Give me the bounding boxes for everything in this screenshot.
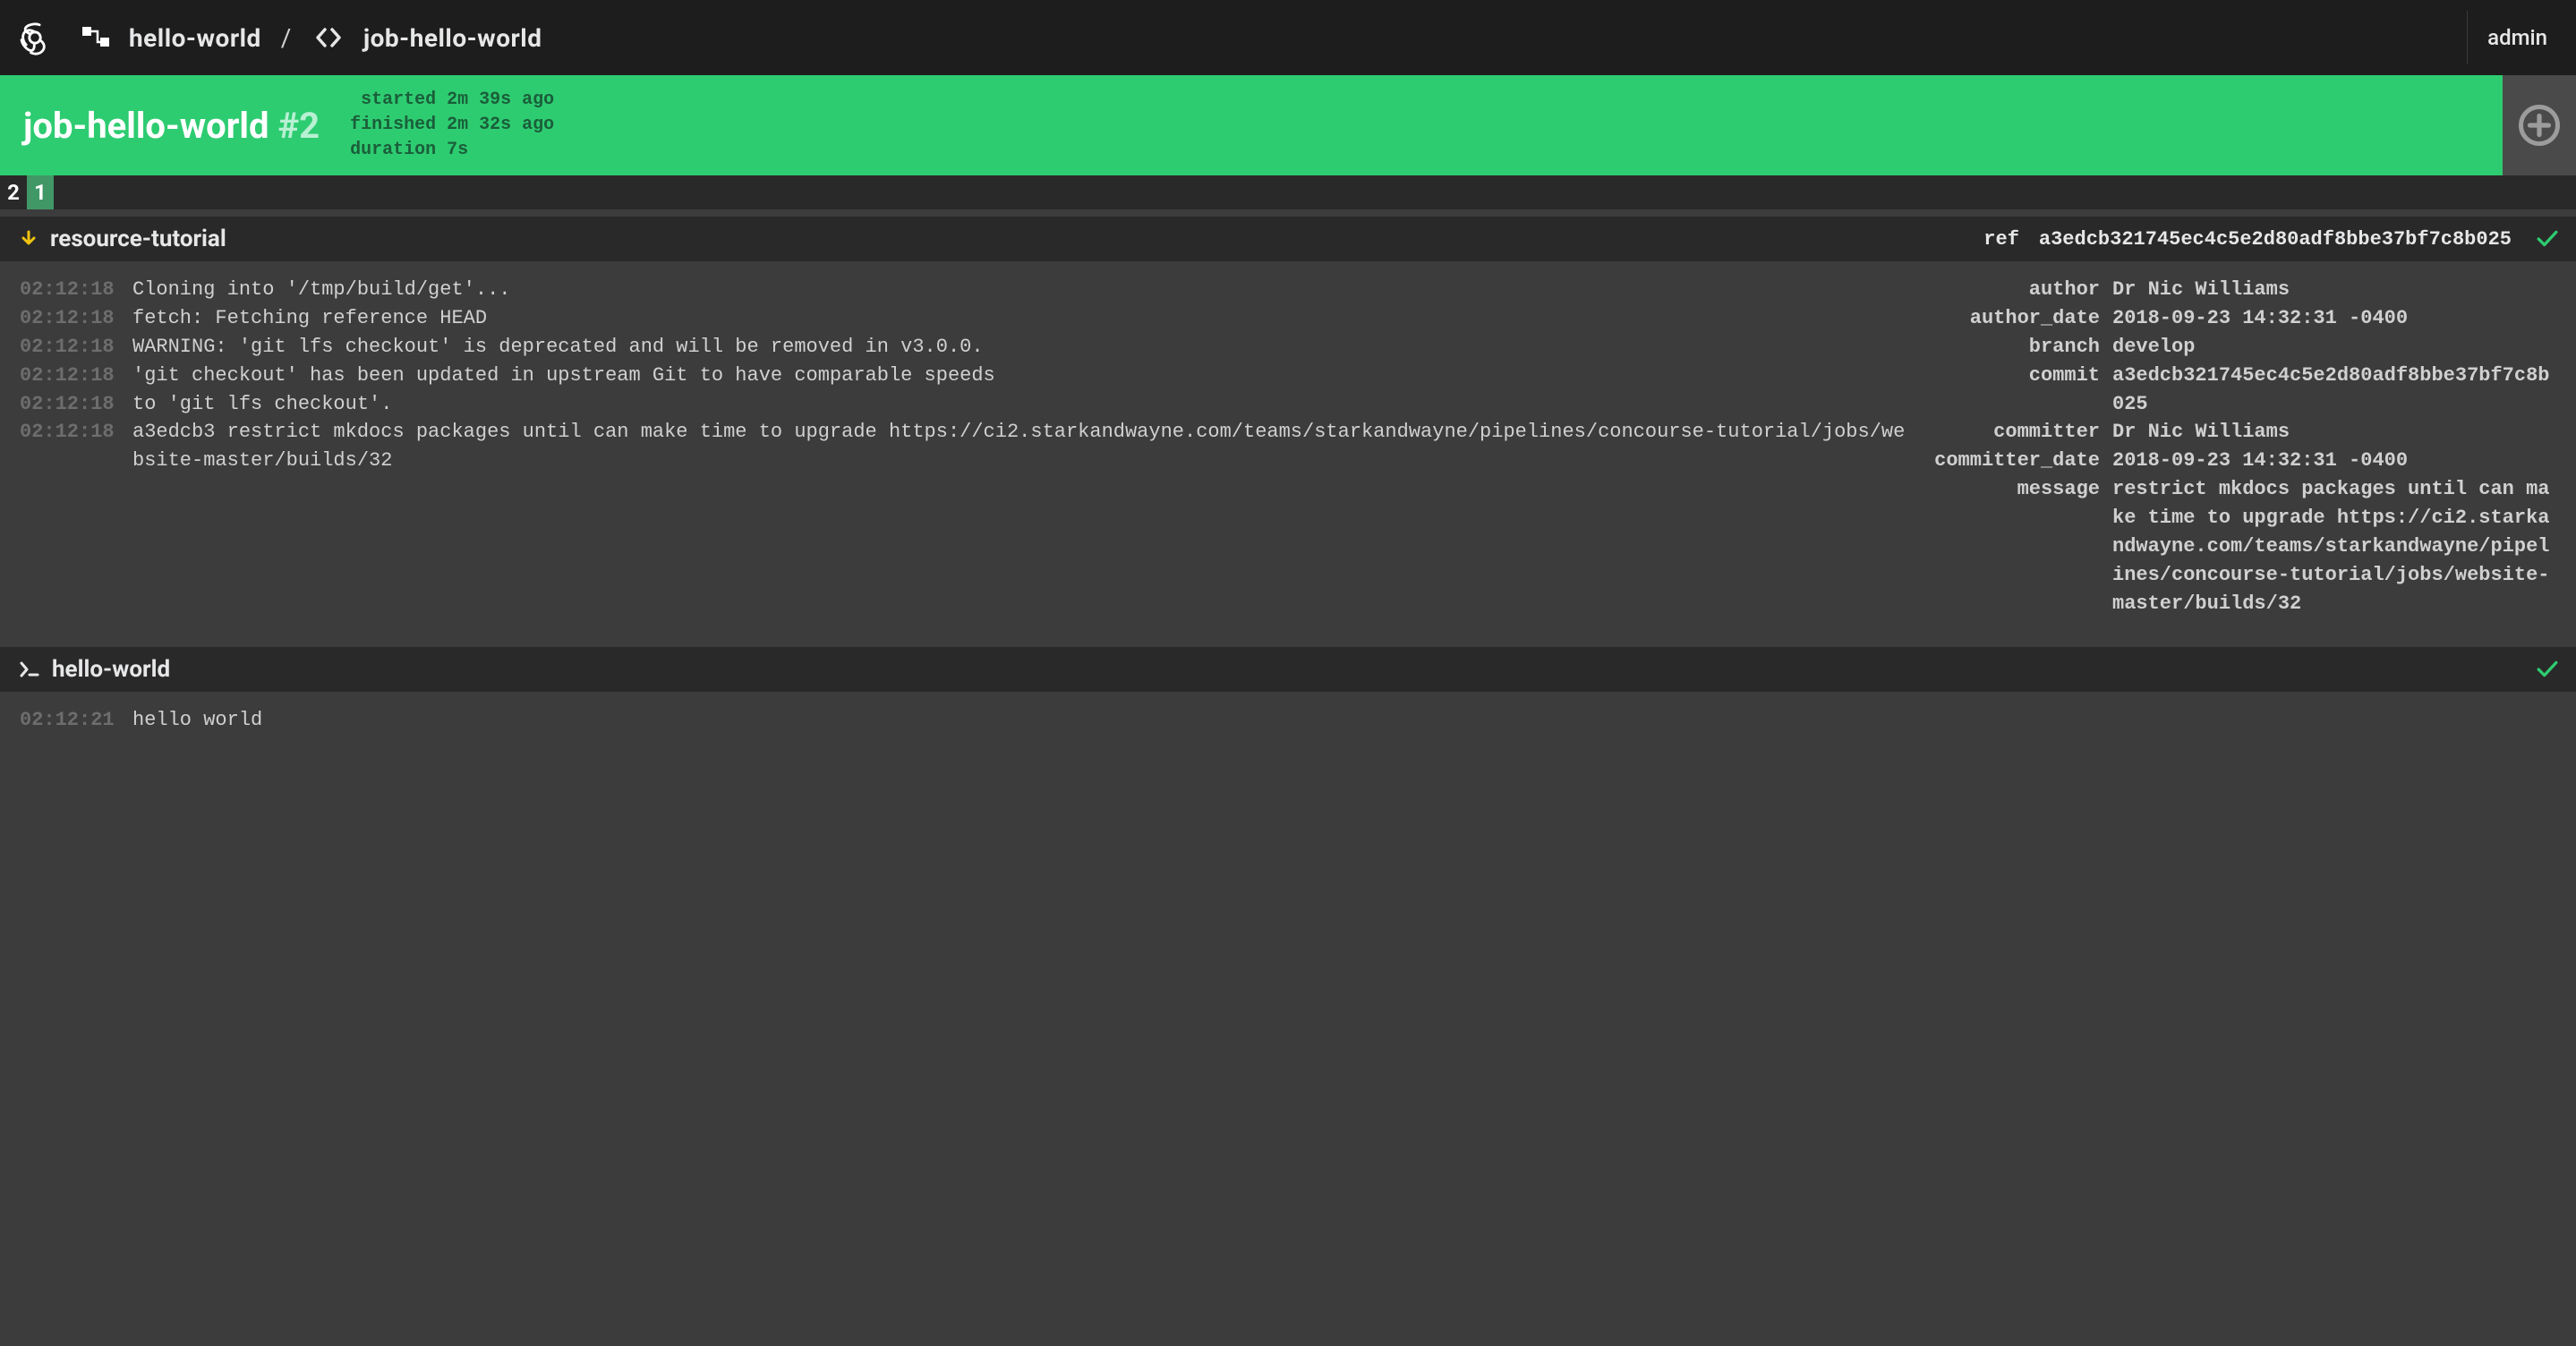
log-message: WARNING: 'git lfs checkout' is deprecate… xyxy=(132,333,1912,362)
build-number: #2 xyxy=(277,105,320,147)
metadata-value: restrict mkdocs packages until can make … xyxy=(2112,475,2556,618)
metadata-value: Dr Nic Williams xyxy=(2112,418,2556,447)
log-timestamp: 02:12:18 xyxy=(20,304,116,333)
step-ref-label: ref xyxy=(1983,228,2019,251)
trigger-build-button[interactable] xyxy=(2519,105,2560,146)
log-timestamp: 02:12:21 xyxy=(20,706,116,735)
step-body: 02:12:21 hello world xyxy=(0,692,2576,756)
metadata-value: a3edcb321745ec4c5e2d80adf8bbe37bf7c8b025 xyxy=(2112,362,2556,419)
log-timestamp: 02:12:18 xyxy=(20,333,116,362)
metadata-key: committer_date xyxy=(1930,447,2100,475)
log-message: fetch: Fetching reference HEAD xyxy=(132,304,1912,333)
metadata-value: develop xyxy=(2112,333,2556,362)
log-message: hello world xyxy=(132,706,2556,735)
log-timestamp: 02:12:18 xyxy=(20,362,116,390)
build-tabs: 21 xyxy=(0,175,2576,209)
build-meta: started 2m 39s ago finished 2m 32s ago durat… xyxy=(350,88,554,163)
concourse-logo-icon[interactable] xyxy=(11,13,59,62)
build-step: resource-tutorial ref a3edcb321745ec4c5e2d… xyxy=(0,217,2576,640)
build-meta-key: finished xyxy=(350,113,436,138)
breadcrumb: hello-world / job-hello-world xyxy=(129,23,542,53)
get-icon xyxy=(20,230,38,248)
log-timestamp: 02:12:18 xyxy=(20,418,116,475)
log-message: 'git checkout' has been updated in upstr… xyxy=(132,362,1912,390)
build-tab[interactable]: 1 xyxy=(27,175,54,209)
metadata-key: committer xyxy=(1930,418,2100,447)
step-header[interactable]: hello-world xyxy=(0,647,2576,692)
user-menu[interactable]: admin xyxy=(2487,25,2555,50)
metadata-key: author_date xyxy=(1930,304,2100,333)
breadcrumb-separator: / xyxy=(281,23,292,53)
metadata-key: message xyxy=(1930,475,2100,618)
build-header: job-hello-world #2 started 2m 39s ago fini… xyxy=(0,75,2576,175)
metadata-key: author xyxy=(1930,276,2100,304)
build-tab[interactable]: 2 xyxy=(0,175,27,209)
resource-metadata: author Dr Nic Williams author_date 2018-09-… xyxy=(1930,276,2556,618)
build-meta-value: 2m 39s ago xyxy=(447,88,554,113)
success-check-icon xyxy=(2537,660,2558,678)
success-check-icon xyxy=(2537,230,2558,248)
build-meta-value: 7s xyxy=(447,138,468,163)
build-job-name: job-hello-world xyxy=(23,105,269,147)
metadata-key: branch xyxy=(1930,333,2100,362)
log-timestamp: 02:12:18 xyxy=(20,276,116,304)
log-message: Cloning into '/tmp/build/get'... xyxy=(132,276,1912,304)
step-ref-value: a3edcb321745ec4c5e2d80adf8bbe37bf7c8b025 xyxy=(2039,228,2512,251)
step-body: 02:12:18 Cloning into '/tmp/build/get'...… xyxy=(0,261,2576,640)
topbar-divider xyxy=(2467,11,2468,64)
step-name: resource-tutorial xyxy=(50,226,226,252)
step-header[interactable]: resource-tutorial ref a3edcb321745ec4c5e2d… xyxy=(0,217,2576,261)
build-meta-key: duration xyxy=(350,138,436,163)
log-output: 02:12:18 Cloning into '/tmp/build/get'...… xyxy=(20,276,1912,618)
log-timestamp: 02:12:18 xyxy=(20,390,116,419)
build-title: job-hello-world #2 xyxy=(23,105,320,147)
metadata-value: 2018-09-23 14:32:31 -0400 xyxy=(2112,304,2556,333)
breadcrumb-job-link[interactable]: job-hello-world xyxy=(363,23,542,53)
build-meta-value: 2m 32s ago xyxy=(447,113,554,138)
step-name: hello-world xyxy=(52,656,170,683)
terminal-icon xyxy=(20,661,39,677)
log-message: a3edcb3 restrict mkdocs packages until c… xyxy=(132,418,1912,475)
build-meta-key: started xyxy=(350,88,436,113)
job-icon xyxy=(315,28,342,47)
breadcrumb-pipeline-link[interactable]: hello-world xyxy=(129,23,261,53)
metadata-value: Dr Nic Williams xyxy=(2112,276,2556,304)
pipeline-icon xyxy=(82,22,113,53)
build-step: hello-world 02:12:21 hello world xyxy=(0,647,2576,756)
log-message: to 'git lfs checkout'. xyxy=(132,390,1912,419)
log-output: 02:12:21 hello world xyxy=(20,706,2556,735)
top-bar: hello-world / job-hello-world admin xyxy=(0,0,2576,75)
trigger-build-panel xyxy=(2503,75,2576,175)
metadata-value: 2018-09-23 14:32:31 -0400 xyxy=(2112,447,2556,475)
metadata-key: commit xyxy=(1930,362,2100,419)
